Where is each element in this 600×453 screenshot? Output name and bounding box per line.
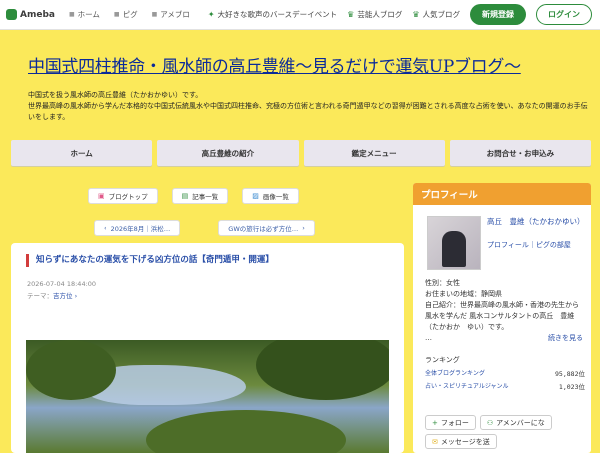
prev-article-link[interactable]: ‹ 2026年8月｜浜松… <box>94 220 181 236</box>
article-theme: テーマ：吉方位 › <box>27 292 78 300</box>
celebrity-blog-link[interactable]: ♛ 芸能人ブログ <box>347 9 402 20</box>
profile-links[interactable]: プロフィール｜ピグの部屋 <box>487 240 585 251</box>
crown-icon: ♛ <box>347 10 355 19</box>
photo-foliage <box>146 410 346 453</box>
image-icon: ▨ <box>252 192 259 200</box>
follow-buttons: + フォロー ⚇ アメンバーにな <box>425 415 552 430</box>
article-date: 2026-07-04 18:44:00 <box>27 280 97 288</box>
next-article-link[interactable]: GWの旅行は必ず方位… › <box>218 220 315 236</box>
article-pager: ‹ 2026年8月｜浜松… GWの旅行は必ず方位… › <box>94 220 315 236</box>
blog-top-icon: ▣ <box>98 192 105 200</box>
ranking-row[interactable]: 占い・スピリチュアルジャンル 1,023位 <box>425 381 585 391</box>
pig-icon: ■ <box>113 11 120 18</box>
article-card: 知らずにあなたの運気を下げる凶方位の話【奇門遁甲・開運】 2026-07-04 … <box>11 243 404 453</box>
birthday-event-link[interactable]: ✦ 大好きな歌声のバースデーイベント <box>208 9 337 20</box>
profile-sidebar: プロフィール 高丘 豊維（たかおかゆい） プロフィール｜ピグの部屋 性別：女性 … <box>413 183 591 453</box>
article-meta: 2026-07-04 18:44:00 テーマ：吉方位 › <box>27 278 96 302</box>
message-button[interactable]: ✉ メッセージを送 <box>425 434 497 449</box>
avatar[interactable] <box>427 216 481 270</box>
photo-foliage <box>26 340 116 400</box>
chevron-left-icon: ‹ <box>104 224 107 232</box>
follow-button[interactable]: + フォロー <box>425 415 476 430</box>
amember-button[interactable]: ⚇ アメンバーにな <box>479 415 552 430</box>
profile-heading: プロフィール <box>413 183 591 205</box>
blog-links: ▣ ブログトップ ▤ 記事一覧 ▨ 画像一覧 <box>88 188 299 204</box>
cake-icon: ✦ <box>207 10 215 19</box>
menu-contact[interactable]: お問合せ・お申込み <box>449 140 591 166</box>
article-title[interactable]: 知らずにあなたの運気を下げる凶方位の話【奇門遁甲・開運】 <box>26 254 274 267</box>
global-header: Ameba ■ ホーム ■ ピグ ■ アメブロ ✦ 大好きな歌声のバースデーイベント ♛… <box>0 0 600 30</box>
article-list-link[interactable]: ▤ 記事一覧 <box>171 188 229 204</box>
article-photo <box>26 340 389 453</box>
home-icon: ■ <box>68 11 75 18</box>
popular-blog-link[interactable]: ♛ 人気ブログ <box>412 9 460 20</box>
image-list-link[interactable]: ▨ 画像一覧 <box>242 188 299 204</box>
chevron-right-icon: › <box>302 224 305 232</box>
photo-foliage <box>256 340 389 400</box>
register-button[interactable]: 新規登録 <box>470 4 526 25</box>
blog-menu: ホーム 高丘豊維の紹介 鑑定メニュー お問合せ・お申込み <box>11 140 591 166</box>
blog-icon: ■ <box>151 11 158 18</box>
blog-title[interactable]: 中国式四柱推命・風水師の高丘豊維〜見るだけで運気UPブログ〜 <box>28 52 521 77</box>
chevron-right-icon: › <box>74 292 78 300</box>
menu-about[interactable]: 高丘豊維の紹介 <box>157 140 299 166</box>
ranking-row[interactable]: 全体ブログランキング 95,882位 <box>425 368 585 378</box>
users-icon: ⚇ <box>486 418 494 427</box>
nav-ameblo[interactable]: ■ アメブロ <box>152 9 190 20</box>
plus-icon: + <box>432 418 438 427</box>
mail-icon: ✉ <box>432 437 438 446</box>
nav-home[interactable]: ■ ホーム <box>69 9 100 20</box>
ranking-box: ランキング 全体ブログランキング 95,882位 占い・スピリチュアルジャンル 1,… <box>425 356 585 391</box>
blog-top-link[interactable]: ▣ ブログトップ <box>88 188 158 204</box>
avatar-person <box>442 231 466 267</box>
ameba-logo-icon <box>6 9 17 20</box>
nav-pig[interactable]: ■ ピグ <box>114 9 138 20</box>
menu-home[interactable]: ホーム <box>11 140 153 166</box>
read-more-link[interactable]: 続きを見る <box>548 333 583 343</box>
profile-name[interactable]: 高丘 豊維（たかおかゆい） <box>487 216 585 227</box>
login-button[interactable]: ログイン <box>536 4 592 25</box>
menu-reading[interactable]: 鑑定メニュー <box>303 140 445 166</box>
theme-link[interactable]: 吉方位 <box>53 292 73 300</box>
crown-icon: ♛ <box>412 10 420 19</box>
ameba-logo[interactable]: Ameba <box>6 9 55 20</box>
blog-description: 中国式を扱う風水師の高丘豊維（たかおかゆい）です。 世界最高峰の風水師から学んだ… <box>28 91 588 121</box>
list-icon: ▤ <box>181 192 189 200</box>
